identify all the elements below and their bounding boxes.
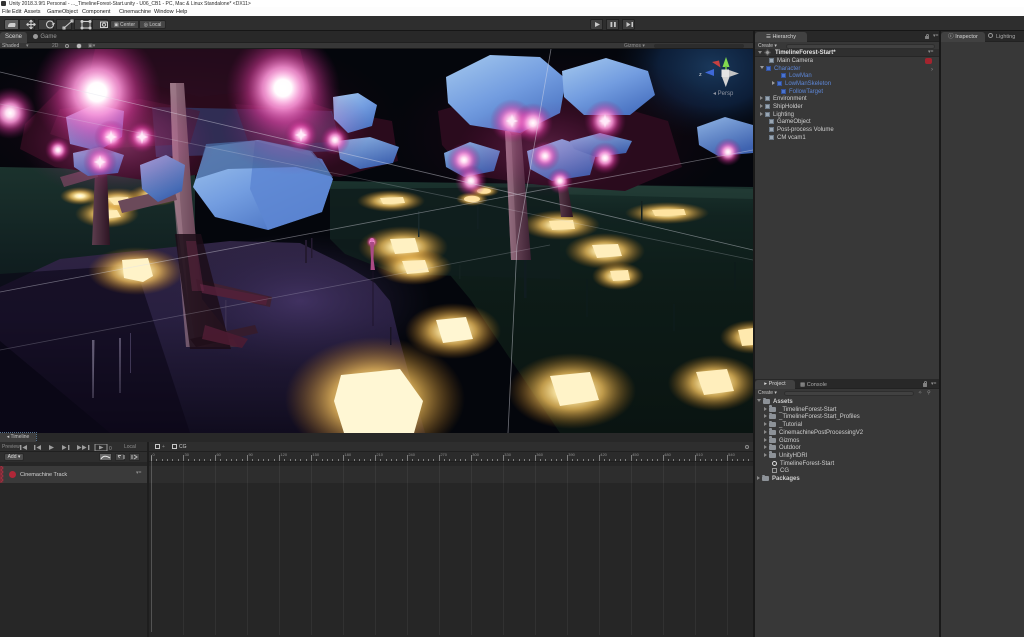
svg-text:◂ Persp: ◂ Persp: [713, 91, 734, 97]
svg-text:z: z: [699, 72, 702, 78]
svg-text:0: 0: [109, 446, 112, 451]
